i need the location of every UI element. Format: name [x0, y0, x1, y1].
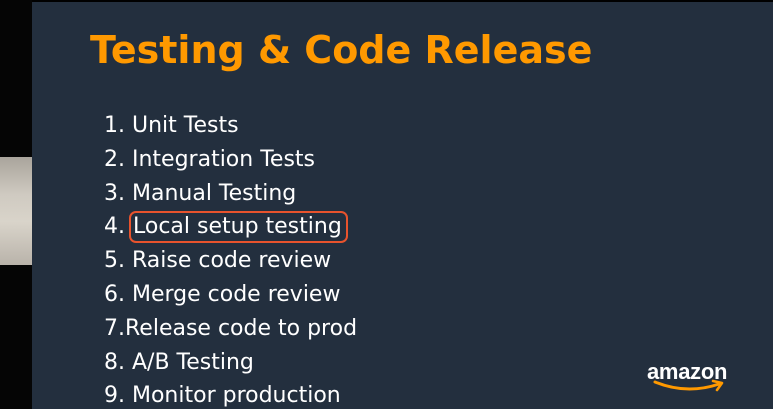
- item-text: Monitor production: [131, 383, 341, 409]
- smile-arrow-icon: [653, 379, 724, 392]
- list-item: 2. Integration Tests: [104, 143, 357, 177]
- item-text: Raise code review: [131, 248, 332, 274]
- item-number: 1.: [104, 113, 132, 138]
- item-text: Manual Testing: [131, 180, 297, 206]
- list-item: 3. Manual Testing: [104, 177, 357, 211]
- screen-frame: Testing & Code Release 1. Unit Tests 2. …: [0, 0, 773, 409]
- list-item: 1. Unit Tests: [104, 109, 357, 143]
- list-item: 4. Local setup testing: [104, 210, 357, 244]
- item-number: 8.: [104, 349, 132, 375]
- item-number: 4.: [104, 214, 132, 240]
- item-number: 7.: [104, 315, 125, 341]
- item-number: 2.: [104, 146, 132, 172]
- step-list: 1. Unit Tests 2. Integration Tests 3. Ma…: [104, 109, 357, 409]
- item-text: Integration Tests: [131, 146, 315, 172]
- item-text-highlighted: Local setup testing: [128, 211, 348, 244]
- amazon-logo: amazon: [647, 359, 747, 399]
- item-text: Unit Tests: [131, 113, 239, 138]
- webcam-feed: [0, 157, 32, 265]
- presentation-slide: Testing & Code Release 1. Unit Tests 2. …: [32, 2, 773, 409]
- list-item: 8. A/B Testing: [104, 346, 357, 380]
- list-item: 7.Release code to prod: [104, 312, 357, 346]
- item-text: A/B Testing: [131, 349, 254, 375]
- list-item: 6. Merge code review: [104, 278, 357, 312]
- list-item: 9. Monitor production: [104, 379, 357, 409]
- item-number: 6.: [104, 281, 132, 307]
- item-number: 9.: [104, 383, 132, 409]
- item-text: Release code to prod: [125, 315, 358, 341]
- item-text: Merge code review: [131, 281, 341, 307]
- slide-title: Testing & Code Release: [90, 28, 593, 72]
- item-number: 3.: [104, 180, 132, 206]
- list-item: 5. Raise code review: [104, 244, 357, 278]
- item-number: 5.: [104, 248, 132, 274]
